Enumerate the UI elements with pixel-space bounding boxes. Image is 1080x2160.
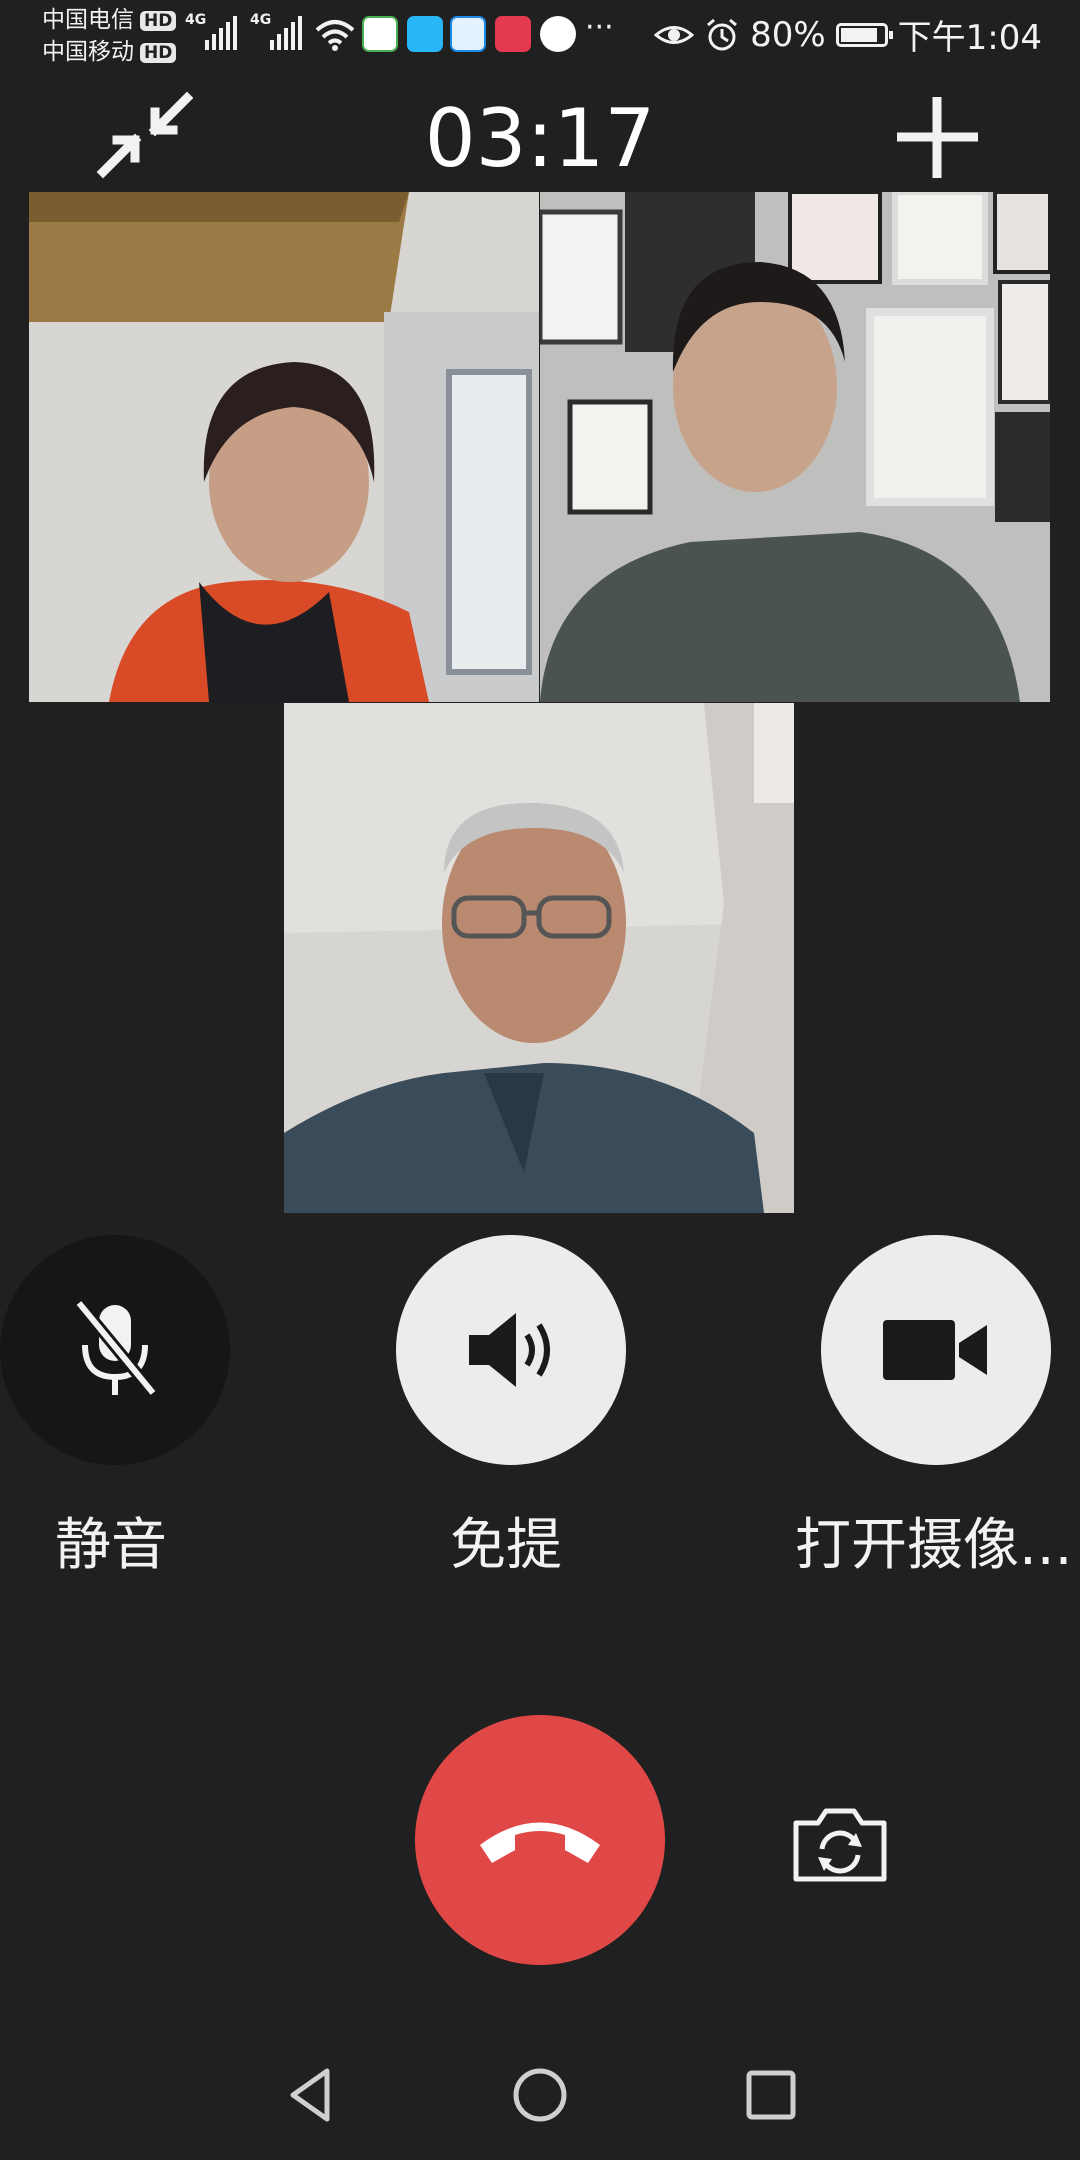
carrier-2: 中国移动: [42, 39, 134, 65]
battery-icon: [835, 22, 893, 47]
video-tile-participant-2[interactable]: [540, 192, 1050, 702]
add-participant-icon[interactable]: [895, 95, 980, 180]
more-notifications-icon: ···: [585, 10, 614, 45]
mute-label: 静音: [55, 1513, 167, 1578]
hang-up-icon: [480, 1822, 600, 1863]
shop-app-icon: [495, 16, 531, 52]
camera-toggle-button[interactable]: [821, 1235, 1051, 1465]
camera-label: 打开摄像...: [795, 1513, 1073, 1578]
alarm-icon: [707, 18, 738, 50]
video-camera-icon: [883, 1320, 987, 1380]
signal-icon-2: [270, 14, 302, 50]
mute-button[interactable]: [0, 1235, 230, 1465]
back-icon[interactable]: [285, 2065, 335, 2125]
reader-app-icon: [407, 16, 443, 52]
hd-badge-1: HD: [140, 10, 177, 31]
status-bar: 中国电信 HD 中国移动 HD 4G 4G ··· 80% 下午1:04: [0, 0, 1080, 70]
network-type-1: 4G: [185, 12, 207, 28]
recents-icon[interactable]: [743, 2065, 799, 2125]
end-call-button[interactable]: [415, 1715, 665, 1965]
clock: 下午1:04: [897, 18, 1042, 58]
bird-app-icon: [540, 16, 576, 52]
video-tile-participant-1[interactable]: [29, 192, 539, 702]
video-tile-participant-3[interactable]: [284, 703, 794, 1213]
speaker-button[interactable]: [396, 1235, 626, 1465]
status-right: 80% 下午1:04: [654, 10, 1042, 59]
battery-percent: 80%: [750, 14, 826, 55]
mic-off-icon: [74, 1299, 158, 1397]
speaker-icon: [469, 1313, 550, 1387]
app-notification-icon: [362, 16, 398, 52]
map-app-icon: [450, 16, 486, 52]
network-type-2: 4G: [250, 12, 272, 28]
signal-icon-1: [205, 14, 237, 50]
switch-camera-icon[interactable]: [790, 1805, 890, 1885]
carrier-1: 中国电信: [42, 7, 134, 33]
eye-comfort-icon: [654, 25, 695, 44]
wifi-icon: [315, 20, 355, 51]
hd-badge-2: HD: [140, 42, 177, 63]
speaker-label: 免提: [450, 1513, 562, 1578]
home-icon[interactable]: [510, 2065, 570, 2125]
carrier-info: 中国电信 HD 中国移动 HD: [42, 4, 177, 68]
